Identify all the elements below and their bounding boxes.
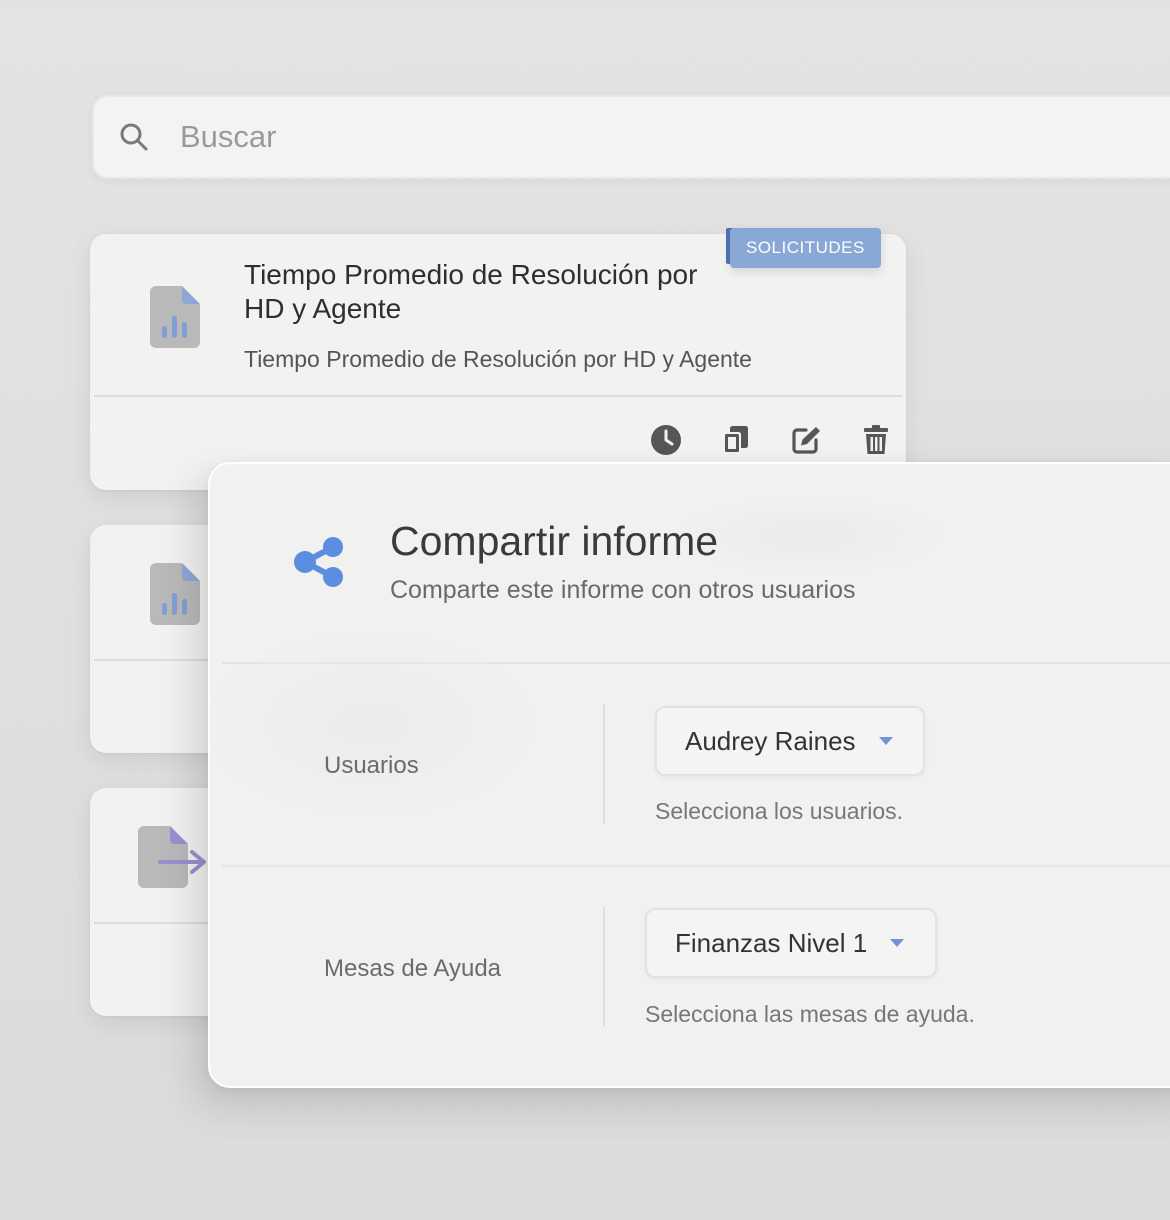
report-description: Tiempo Promedio de Resolución por HD y A… (244, 346, 752, 372)
duplicate-button[interactable] (720, 424, 752, 456)
clock-icon (651, 425, 681, 455)
copy-icon (723, 426, 748, 454)
users-label: Usuarios (324, 752, 419, 779)
users-help-text: Selecciona los usuarios. (655, 798, 904, 824)
share-icon (294, 537, 343, 587)
search-bar[interactable] (92, 95, 1170, 179)
dialog-title: Compartir informe (390, 518, 719, 564)
share-dialog: Compartir informe Comparte este informe … (208, 462, 1170, 1088)
chart-file-icon (150, 563, 200, 625)
card-divider (94, 395, 902, 397)
help-desks-help-text: Selecciona las mesas de ayuda. (645, 1001, 975, 1027)
category-badge: SOLICITUDES (730, 228, 881, 268)
help-desks-select-value: Finanzas Nivel 1 (675, 927, 868, 958)
help-desks-select[interactable]: Finanzas Nivel 1 (645, 908, 937, 978)
trash-icon (864, 425, 888, 454)
history-button[interactable] (650, 424, 682, 456)
field-separator (603, 704, 605, 824)
edit-button[interactable] (790, 424, 822, 456)
report-actions (650, 424, 906, 456)
users-select-value: Audrey Raines (685, 725, 856, 756)
edit-icon (792, 427, 820, 454)
section-divider (222, 662, 1170, 664)
search-input[interactable] (180, 111, 1080, 163)
search-icon (120, 123, 148, 151)
chart-file-icon (150, 286, 200, 348)
chevron-down-icon (878, 737, 893, 745)
help-desks-label: Mesas de Ayuda (324, 955, 502, 982)
users-select[interactable]: Audrey Raines (655, 706, 925, 776)
chevron-down-icon (890, 939, 905, 947)
file-export-icon (138, 826, 206, 888)
report-card[interactable]: Tiempo Promedio de Resolución por HD y A… (90, 234, 906, 490)
dialog-subtitle: Comparte este informe con otros usuarios (390, 576, 856, 604)
field-separator (603, 907, 605, 1027)
section-divider (222, 865, 1170, 867)
report-title[interactable]: Tiempo Promedio de Resolución por HD y A… (244, 258, 714, 326)
delete-button[interactable] (860, 424, 892, 456)
